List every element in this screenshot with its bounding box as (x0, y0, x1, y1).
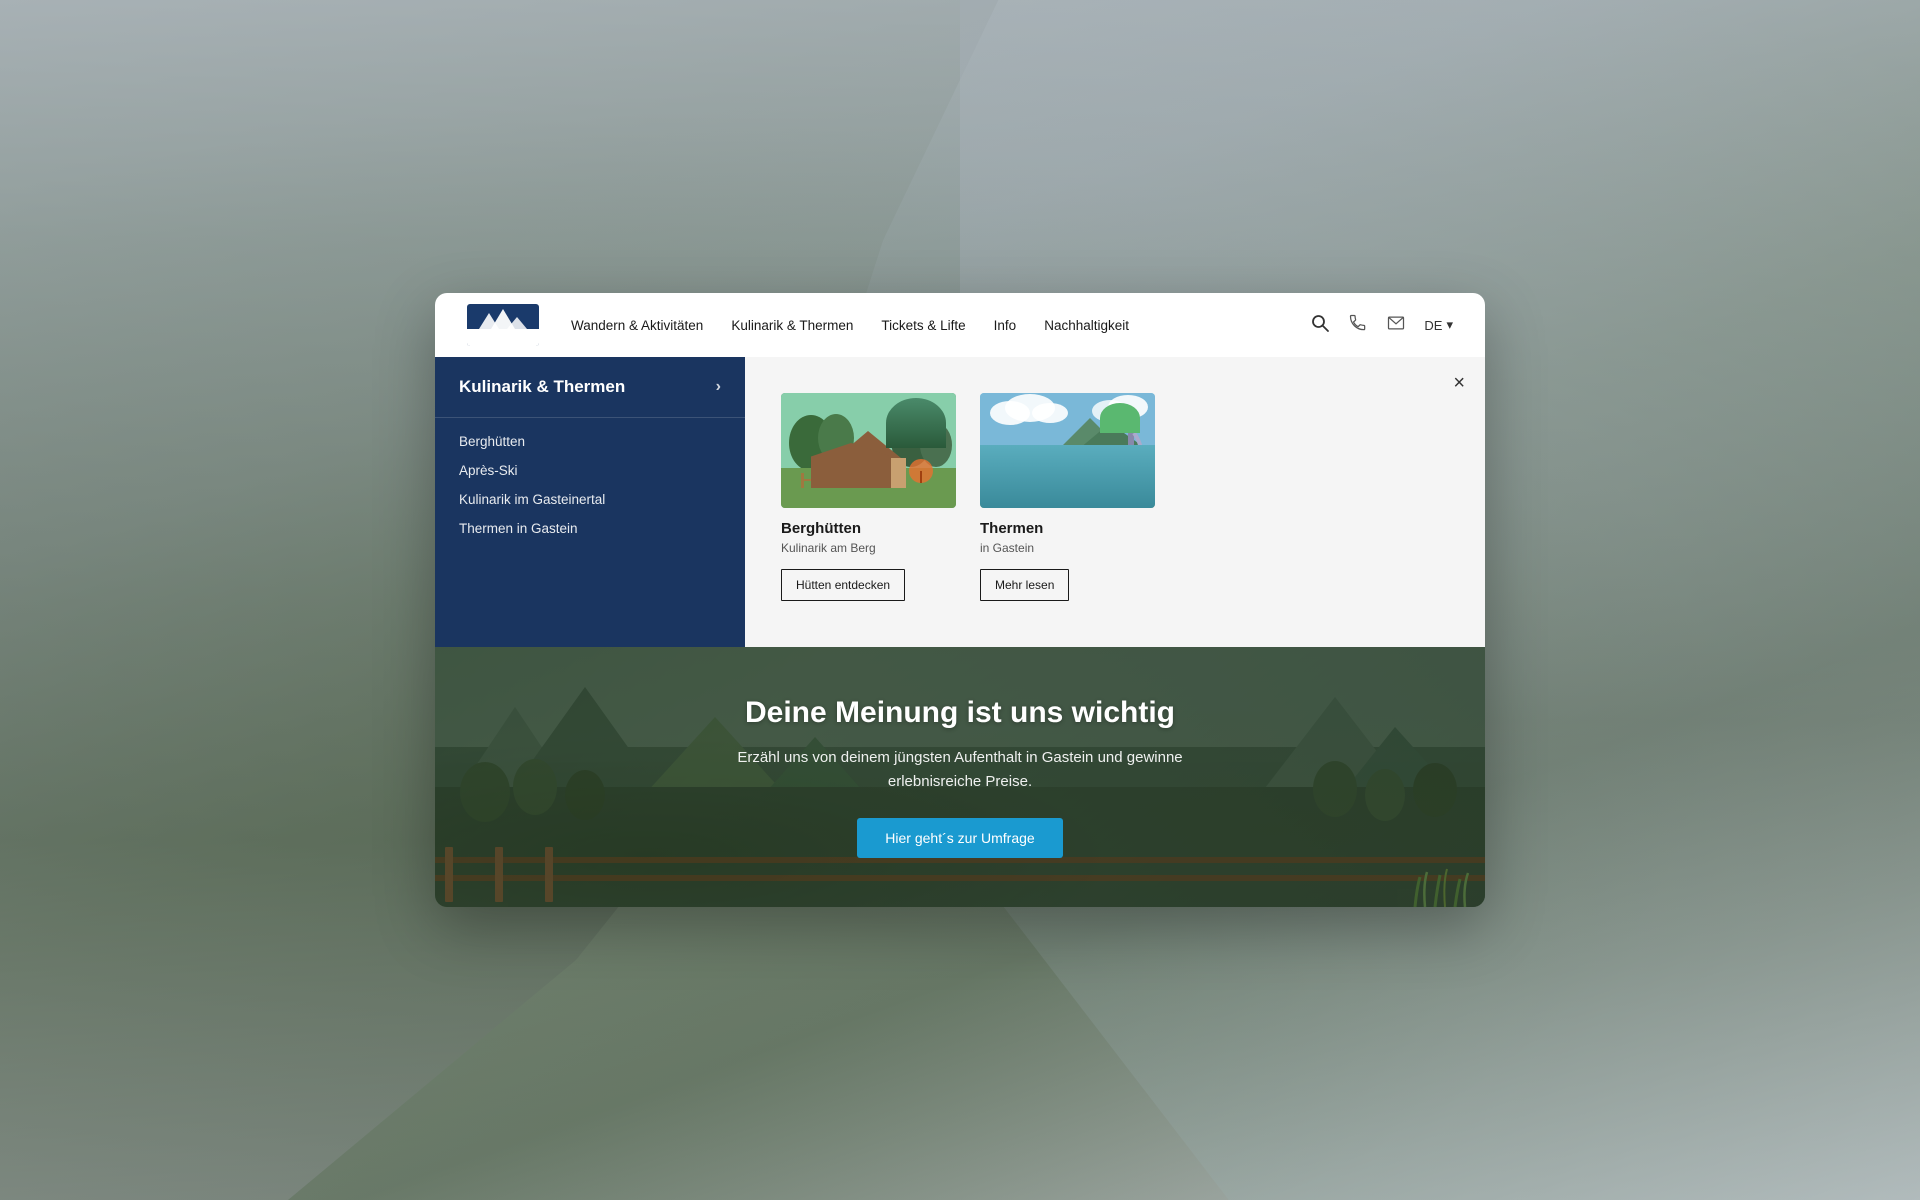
hero-section: Deine Meinung ist uns wichtig Erzähl uns… (435, 647, 1485, 907)
hero-subtitle: Erzähl uns von deinem jüngsten Aufenthal… (737, 746, 1182, 794)
nav-right: DE ▾ (1310, 313, 1453, 338)
dropdown-item-kulinarik[interactable]: Kulinarik im Gasteinertal (459, 492, 721, 507)
card-berghütten-image (781, 393, 956, 508)
nav-link-kulinarik[interactable]: Kulinarik & Thermen (731, 318, 853, 333)
close-button[interactable]: × (1453, 373, 1465, 393)
card-thermen-image (980, 393, 1155, 508)
card-thermen: Thermen in Gastein Mehr lesen (980, 393, 1155, 601)
logo-box: GASTEINER (467, 304, 539, 346)
dropdown-item-apres-ski[interactable]: Après-Ski (459, 463, 721, 478)
card-berghütten: Berghütten Kulinarik am Berg Hütten entd… (781, 393, 956, 601)
nav-links: Wandern & Aktivitäten Kulinarik & Therme… (571, 318, 1310, 333)
dropdown-item-berghütten[interactable]: Berghütten (459, 434, 721, 449)
hero-survey-button[interactable]: Hier geht´s zur Umfrage (857, 818, 1062, 858)
cards-row: Berghütten Kulinarik am Berg Hütten entd… (781, 393, 1449, 601)
dropdown-sidebar: Kulinarik & Thermen › Berghütten Après-S… (435, 357, 745, 647)
search-icon[interactable] (1310, 313, 1330, 338)
card-berghütten-button[interactable]: Hütten entdecken (781, 569, 905, 601)
dropdown-sidebar-title[interactable]: Kulinarik & Thermen › (435, 357, 745, 418)
phone-icon[interactable] (1348, 313, 1368, 338)
card-berghütten-subtitle: Kulinarik am Berg (781, 541, 956, 555)
nav-link-wandern[interactable]: Wandern & Aktivitäten (571, 318, 703, 333)
nav-link-tickets[interactable]: Tickets & Lifte (881, 318, 965, 333)
dropdown-chevron-icon: › (716, 378, 721, 396)
dropdown-title-text: Kulinarik & Thermen (459, 377, 625, 397)
card-thermen-subtitle: in Gastein (980, 541, 1155, 555)
logo-area[interactable]: GASTEINER (467, 304, 539, 346)
card-thermen-button[interactable]: Mehr lesen (980, 569, 1069, 601)
hero-title: Deine Meinung ist uns wichtig (737, 696, 1182, 730)
card-berghütten-title: Berghütten (781, 520, 956, 537)
lang-chevron-icon: ▾ (1446, 317, 1453, 333)
dropdown-menu-list: Berghütten Après-Ski Kulinarik im Gastei… (435, 418, 745, 552)
hero-content: Deine Meinung ist uns wichtig Erzähl uns… (657, 696, 1262, 858)
hero-subtitle-line1: Erzähl uns von deinem jüngsten Aufenthal… (737, 749, 1182, 766)
lang-label: DE (1424, 318, 1442, 333)
dropdown-content: × (745, 357, 1485, 647)
nav-link-nachhaltigkeit[interactable]: Nachhaltigkeit (1044, 318, 1129, 333)
dropdown-item-thermen[interactable]: Thermen in Gastein (459, 521, 721, 536)
dropdown-panel: Kulinarik & Thermen › Berghütten Après-S… (435, 357, 1485, 647)
navbar: GASTEINER Wandern & Aktivitäten Kulinari… (435, 293, 1485, 357)
svg-text:GASTEINER: GASTEINER (488, 337, 518, 343)
hero-subtitle-line2: erlebnisreiche Preise. (888, 773, 1032, 790)
browser-window: GASTEINER Wandern & Aktivitäten Kulinari… (435, 293, 1485, 907)
card-thermen-title: Thermen (980, 520, 1155, 537)
email-icon[interactable] (1386, 313, 1406, 338)
language-selector[interactable]: DE ▾ (1424, 317, 1453, 333)
nav-link-info[interactable]: Info (994, 318, 1017, 333)
